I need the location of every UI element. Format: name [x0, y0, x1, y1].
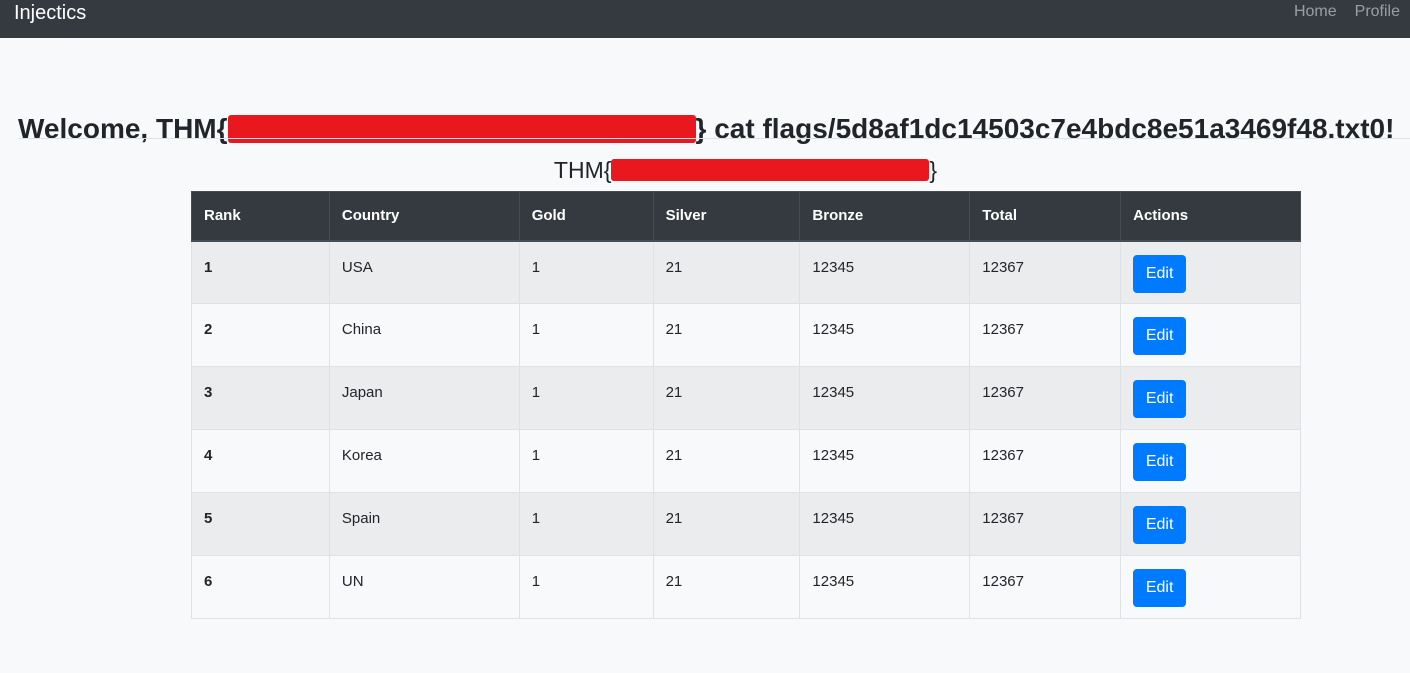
country-cell: USA — [328, 240, 520, 304]
table-row: 1 USA 1 21 12345 12367 Edit — [191, 240, 1301, 304]
actions-cell: Edit — [1120, 303, 1301, 367]
country-cell: Japan — [328, 366, 520, 430]
silver-cell: 21 — [652, 303, 801, 367]
country-cell: Spain — [328, 492, 520, 556]
bronze-cell: 12345 — [799, 303, 971, 367]
column-header-country: Country — [328, 191, 520, 242]
total-cell: 12367 — [969, 240, 1122, 304]
heading-divider — [18, 138, 1410, 139]
welcome-prefix: Welcome, THM{ — [18, 113, 228, 145]
column-header-total: Total — [969, 191, 1122, 242]
welcome-heading: Welcome, THM{ } cat flags/5d8af1dc14503c7… — [18, 111, 1394, 147]
rank-cell: 3 — [191, 366, 330, 430]
silver-cell: 21 — [652, 492, 801, 556]
table-row: 2 China 1 21 12345 12367 Edit — [191, 303, 1301, 367]
gold-cell: 1 — [518, 429, 654, 493]
total-cell: 12367 — [969, 555, 1122, 619]
rank-cell: 5 — [191, 492, 330, 556]
column-header-rank: Rank — [191, 191, 330, 242]
column-header-bronze: Bronze — [799, 191, 971, 242]
bronze-cell: 12345 — [799, 429, 971, 493]
total-cell: 12367 — [969, 366, 1122, 430]
bronze-cell: 12345 — [799, 492, 971, 556]
nav-link-profile[interactable]: Profile — [1347, 3, 1400, 21]
table-row: 3 Japan 1 21 12345 12367 Edit — [191, 366, 1301, 430]
actions-cell: Edit — [1120, 240, 1301, 304]
edit-button[interactable]: Edit — [1133, 380, 1187, 418]
total-cell: 12367 — [969, 303, 1122, 367]
bronze-cell: 12345 — [799, 366, 971, 430]
actions-cell: Edit — [1120, 555, 1301, 619]
flag-redaction-mark — [611, 159, 930, 182]
rank-cell: 2 — [191, 303, 330, 367]
bronze-cell: 12345 — [799, 240, 971, 304]
nav-links: Home Profile — [1286, 3, 1410, 21]
edit-button[interactable]: Edit — [1133, 317, 1187, 355]
top-navbar: Injectics Home Profile — [0, 0, 1410, 38]
table-row: 5 Spain 1 21 12345 12367 Edit — [191, 492, 1301, 556]
column-header-gold: Gold — [518, 191, 654, 242]
silver-cell: 21 — [652, 555, 801, 619]
country-cell: China — [328, 303, 520, 367]
gold-cell: 1 — [518, 303, 654, 367]
nav-link-home[interactable]: Home — [1286, 3, 1337, 21]
gold-cell: 1 — [518, 366, 654, 430]
silver-cell: 21 — [652, 240, 801, 304]
bronze-cell: 12345 — [799, 555, 971, 619]
welcome-suffix: } cat flags/5d8af1dc14503c7e4bdc8e51a346… — [695, 113, 1395, 145]
gold-cell: 1 — [518, 555, 654, 619]
gold-cell: 1 — [518, 240, 654, 304]
leaderboard-table: Rank Country Gold Silver Bronze Total Ac… — [191, 191, 1301, 619]
rank-cell: 4 — [191, 429, 330, 493]
gold-cell: 1 — [518, 492, 654, 556]
column-header-actions: Actions — [1120, 191, 1301, 242]
actions-cell: Edit — [1120, 492, 1301, 556]
edit-button[interactable]: Edit — [1133, 254, 1187, 293]
silver-cell: 21 — [652, 366, 801, 430]
actions-cell: Edit — [1120, 366, 1301, 430]
country-cell: Korea — [328, 429, 520, 493]
column-header-silver: Silver — [652, 191, 801, 242]
table-row: 6 UN 1 21 12345 12367 Edit — [191, 555, 1301, 619]
silver-cell: 21 — [652, 429, 801, 493]
actions-cell: Edit — [1120, 429, 1301, 493]
rank-cell: 1 — [191, 240, 330, 304]
brand-link[interactable]: Injectics — [14, 2, 86, 25]
flag-heading: THM{} — [0, 156, 1410, 184]
edit-button[interactable]: Edit — [1133, 569, 1187, 607]
edit-button[interactable]: Edit — [1133, 443, 1187, 481]
edit-button[interactable]: Edit — [1133, 506, 1187, 544]
flag-suffix: } — [929, 157, 938, 183]
total-cell: 12367 — [969, 492, 1122, 556]
total-cell: 12367 — [969, 429, 1122, 493]
table-header-row: Rank Country Gold Silver Bronze Total Ac… — [191, 191, 1301, 242]
rank-cell: 6 — [191, 555, 330, 619]
country-cell: UN — [328, 555, 520, 619]
table-row: 4 Korea 1 21 12345 12367 Edit — [191, 429, 1301, 493]
flag-prefix: THM{ — [553, 157, 612, 183]
